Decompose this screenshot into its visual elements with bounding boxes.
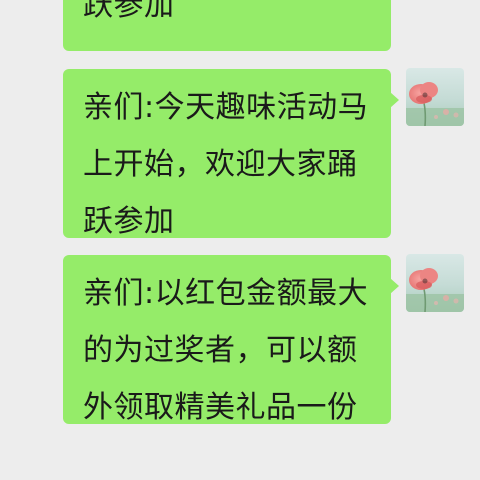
flower-avatar-icon — [406, 254, 464, 312]
chat-message-list[interactable]: 跃参加 亲们:今天趣味活动马 上开始，欢迎大家踊 跃参加 亲们:以红包金额最大 … — [0, 0, 480, 480]
message-bubble[interactable]: 跃参加 — [63, 0, 391, 51]
message-line: 亲们:今天趣味活动马 — [83, 90, 369, 125]
message-bubble[interactable]: 亲们:今天趣味活动马 上开始，欢迎大家踊 跃参加 — [63, 69, 391, 238]
flower-avatar-icon — [406, 68, 464, 126]
flower-photo-avatar[interactable] — [406, 68, 464, 126]
message-line: 的为过奖者，可以额 — [83, 333, 358, 368]
message-bubble[interactable]: 亲们:以红包金额最大 的为过奖者，可以额 外领取精美礼品一份 — [63, 255, 391, 424]
flower-photo-avatar[interactable] — [406, 254, 464, 312]
message-line: 跃参加 — [83, 0, 175, 23]
bubble-tail — [390, 278, 399, 294]
message-line: 外领取精美礼品一份 — [83, 390, 358, 424]
message-line: 跃参加 — [83, 204, 175, 238]
message-line: 亲们:以红包金额最大 — [83, 276, 369, 311]
bubble-tail — [390, 92, 399, 108]
message-line: 上开始，欢迎大家踊 — [83, 147, 358, 182]
